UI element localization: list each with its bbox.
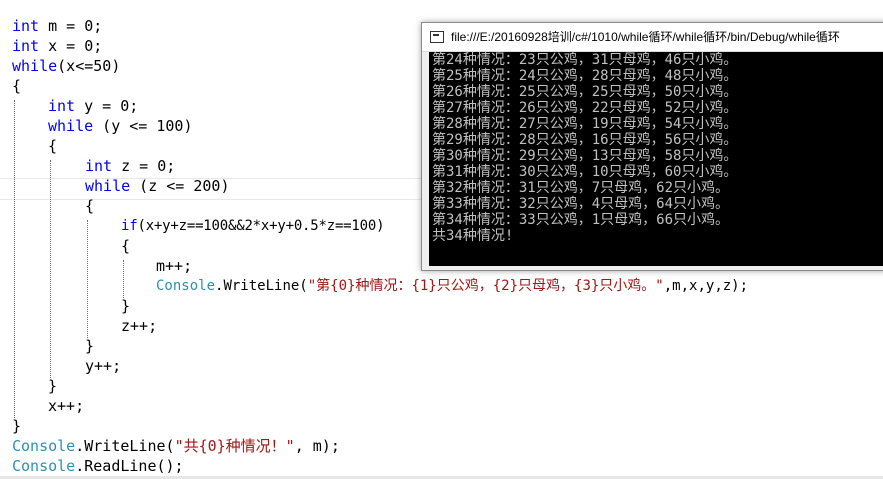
indent-guide xyxy=(14,100,15,418)
code-text: , m); xyxy=(294,437,340,455)
code-text: .WriteLine( xyxy=(215,278,308,294)
code-line: } xyxy=(121,296,130,316)
code-text: { xyxy=(12,77,22,95)
code-text: .WriteLine( xyxy=(75,437,175,455)
console-window-icon[interactable] xyxy=(430,31,444,43)
indent-guide xyxy=(87,220,88,338)
code-line: } xyxy=(48,376,57,396)
code-text: { xyxy=(48,137,58,155)
code-line: if(x+y+z==100&&2*x+y+0.5*z==100) xyxy=(121,216,385,236)
keyword: if xyxy=(121,218,138,234)
string-literal: "共{0}种情况！" xyxy=(174,437,295,455)
code-text: { xyxy=(85,197,95,215)
code-line: } xyxy=(12,416,21,436)
code-line: m++; xyxy=(156,256,192,276)
console-line: 第27种情况：26只公鸡，22只母鸡，52只小鸡。 xyxy=(432,100,738,116)
code-line: x++; xyxy=(48,396,84,416)
keyword: int xyxy=(85,157,113,175)
code-text: (x+y+z==100&&2*x+y+0.5*z==100) xyxy=(137,218,385,234)
code-line: { xyxy=(48,136,57,156)
console-output[interactable]: 第24种情况：23只公鸡，31只母鸡，46只小鸡。 第25种情况：24只公鸡，2… xyxy=(429,52,883,266)
code-text: y++; xyxy=(85,357,122,375)
code-text: m++; xyxy=(156,257,193,275)
keyword: int xyxy=(12,37,40,55)
code-line: } xyxy=(85,336,94,356)
console-line: 第25种情况：24只公鸡，28只母鸡，48只小鸡。 xyxy=(432,68,738,84)
code-text: { xyxy=(121,237,131,255)
code-line: while (z <= 200) xyxy=(85,176,230,196)
code-text: x = 0; xyxy=(39,37,103,55)
code-line: Console.ReadLine(); xyxy=(12,456,184,476)
keyword: while xyxy=(85,177,131,195)
code-line: y++; xyxy=(85,356,121,376)
code-text: (y <= 100) xyxy=(93,117,193,135)
console-line: 共34种情况! xyxy=(432,228,514,244)
code-text: x++; xyxy=(48,397,85,415)
code-line: { xyxy=(12,76,21,96)
code-text: z = 0; xyxy=(112,157,176,175)
code-line: { xyxy=(121,236,130,256)
console-line: 第30种情况：29只公鸡，13只母鸡，58只小鸡。 xyxy=(432,148,738,164)
code-text: y = 0; xyxy=(75,97,139,115)
console-title: file:///E:/20160928培训/c#/1010/while循环/wh… xyxy=(451,30,840,44)
code-line: while (y <= 100) xyxy=(48,116,193,136)
keyword: int xyxy=(48,97,76,115)
code-text: (x<=50) xyxy=(57,57,121,75)
code-text: } xyxy=(85,337,95,355)
type-name: Console xyxy=(12,437,76,455)
code-text: (z <= 200) xyxy=(130,177,230,195)
code-line: { xyxy=(85,196,94,216)
code-line: int y = 0; xyxy=(48,96,138,116)
keyword: while xyxy=(12,57,58,75)
code-line: int m = 0; xyxy=(12,16,102,36)
keyword: int xyxy=(12,17,40,35)
console-line: 第34种情况：33只公鸡，1只母鸡，66只小鸡。 xyxy=(432,212,729,228)
console-line: 第32种情况：31只公鸡，7只母鸡，62只小鸡。 xyxy=(432,180,729,196)
type-name: Console xyxy=(156,278,216,294)
code-text: ,m,x,y,z); xyxy=(663,278,749,294)
code-line: int x = 0; xyxy=(12,36,102,56)
type-name: Console xyxy=(12,457,76,475)
indent-guide xyxy=(50,160,51,378)
console-line: 第24种情况：23只公鸡，31只母鸡，46只小鸡。 xyxy=(432,52,738,68)
code-line: Console.WriteLine("共{0}种情况！", m); xyxy=(12,436,340,456)
console-line: 第28种情况：27只公鸡，19只母鸡，54只小鸡。 xyxy=(432,116,738,132)
console-window[interactable]: file:///E:/20160928培训/c#/1010/while循环/wh… xyxy=(421,22,883,271)
code-text: z++; xyxy=(121,317,158,335)
code-line: Console.WriteLine("第{0}种情况：{1}只公鸡，{2}只母鸡… xyxy=(156,276,748,296)
code-text: m = 0; xyxy=(39,17,103,35)
code-text: } xyxy=(12,417,22,435)
indent-guide xyxy=(123,260,124,298)
console-line: 第29种情况：28只公鸡，16只母鸡，56只小鸡。 xyxy=(432,132,738,148)
code-text: } xyxy=(121,297,131,315)
console-line: 第33种情况：32只公鸡，4只母鸡，64只小鸡。 xyxy=(432,196,729,212)
code-line: z++; xyxy=(121,316,157,336)
code-text: .ReadLine(); xyxy=(75,457,184,475)
code-line: while(x<=50) xyxy=(12,56,120,76)
console-line: 第26种情况：25只公鸡，25只母鸡，50只小鸡。 xyxy=(432,84,738,100)
console-line: 第31种情况：30只公鸡，10只母鸡，60只小鸡。 xyxy=(432,164,738,180)
keyword: while xyxy=(48,117,94,135)
code-line: int z = 0; xyxy=(85,156,175,176)
string-literal: "第{0}种情况：{1}只公鸡，{2}只母鸡，{3}只小鸡。" xyxy=(307,278,664,294)
console-title-bar[interactable]: file:///E:/20160928培训/c#/1010/while循环/wh… xyxy=(422,23,883,52)
code-text: } xyxy=(48,377,58,395)
